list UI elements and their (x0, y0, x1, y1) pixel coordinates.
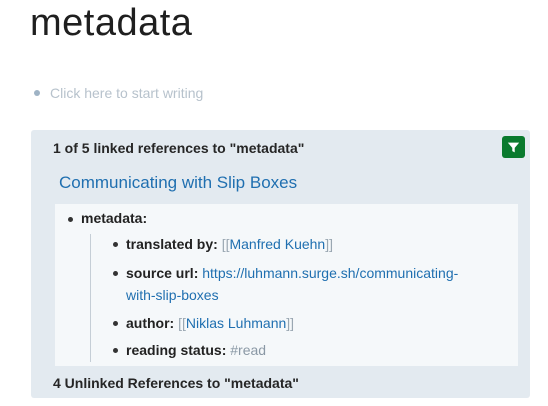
child-block-source-url[interactable]: source url: https://luhmann.surge.sh/com… (113, 262, 506, 306)
metadata-parent-block[interactable]: metadata: (68, 210, 148, 226)
page-reference-link[interactable]: Manfred Kuehn (229, 236, 325, 252)
block-bullet[interactable] (113, 242, 118, 247)
tag-link[interactable]: #read (230, 342, 266, 358)
attribute-key: reading status: (126, 342, 227, 358)
reference-page-link[interactable]: Communicating with Slip Boxes (59, 173, 297, 193)
attribute-key: author: (126, 315, 175, 331)
unlinked-references-header[interactable]: 4 Unlinked References to "metadata" (53, 375, 299, 391)
block-bullet[interactable] (113, 271, 118, 276)
page-reference-link[interactable]: Niklas Luhmann (186, 315, 286, 331)
reference-block[interactable]: metadata: translated by: [[Manfred Kuehn… (55, 204, 518, 366)
filter-icon (507, 142, 520, 152)
link-bracket-open: [[ (178, 315, 186, 331)
attribute-key: translated by: (126, 236, 218, 252)
empty-block-placeholder[interactable]: Click here to start writing (50, 85, 203, 101)
child-block-author[interactable]: author: [[Niklas Luhmann]] (113, 312, 506, 334)
parent-block-text: metadata: (81, 210, 148, 226)
children-guide-line (90, 234, 91, 362)
block-bullet[interactable] (34, 90, 40, 96)
link-bracket-close: ]] (286, 315, 295, 331)
filter-button[interactable] (502, 136, 525, 158)
empty-block[interactable]: Click here to start writing (34, 85, 203, 101)
block-bullet[interactable] (113, 321, 118, 326)
attribute-key: source url: (126, 265, 199, 281)
block-bullet[interactable] (68, 217, 73, 222)
child-block-translated-by[interactable]: translated by: [[Manfred Kuehn]] (113, 233, 506, 255)
page-title[interactable]: metadata (30, 2, 192, 45)
link-bracket-close: ]] (325, 236, 333, 252)
child-block-reading-status[interactable]: reading status: #read (113, 339, 506, 361)
url-link-continued[interactable]: with-slip-boxes (126, 287, 219, 303)
block-bullet[interactable] (113, 348, 118, 353)
url-link[interactable]: https://luhmann.surge.sh/communicating- (202, 265, 458, 281)
linked-references-panel: 1 of 5 linked references to "metadata" C… (31, 130, 530, 398)
linked-references-header[interactable]: 1 of 5 linked references to "metadata" (53, 140, 304, 156)
